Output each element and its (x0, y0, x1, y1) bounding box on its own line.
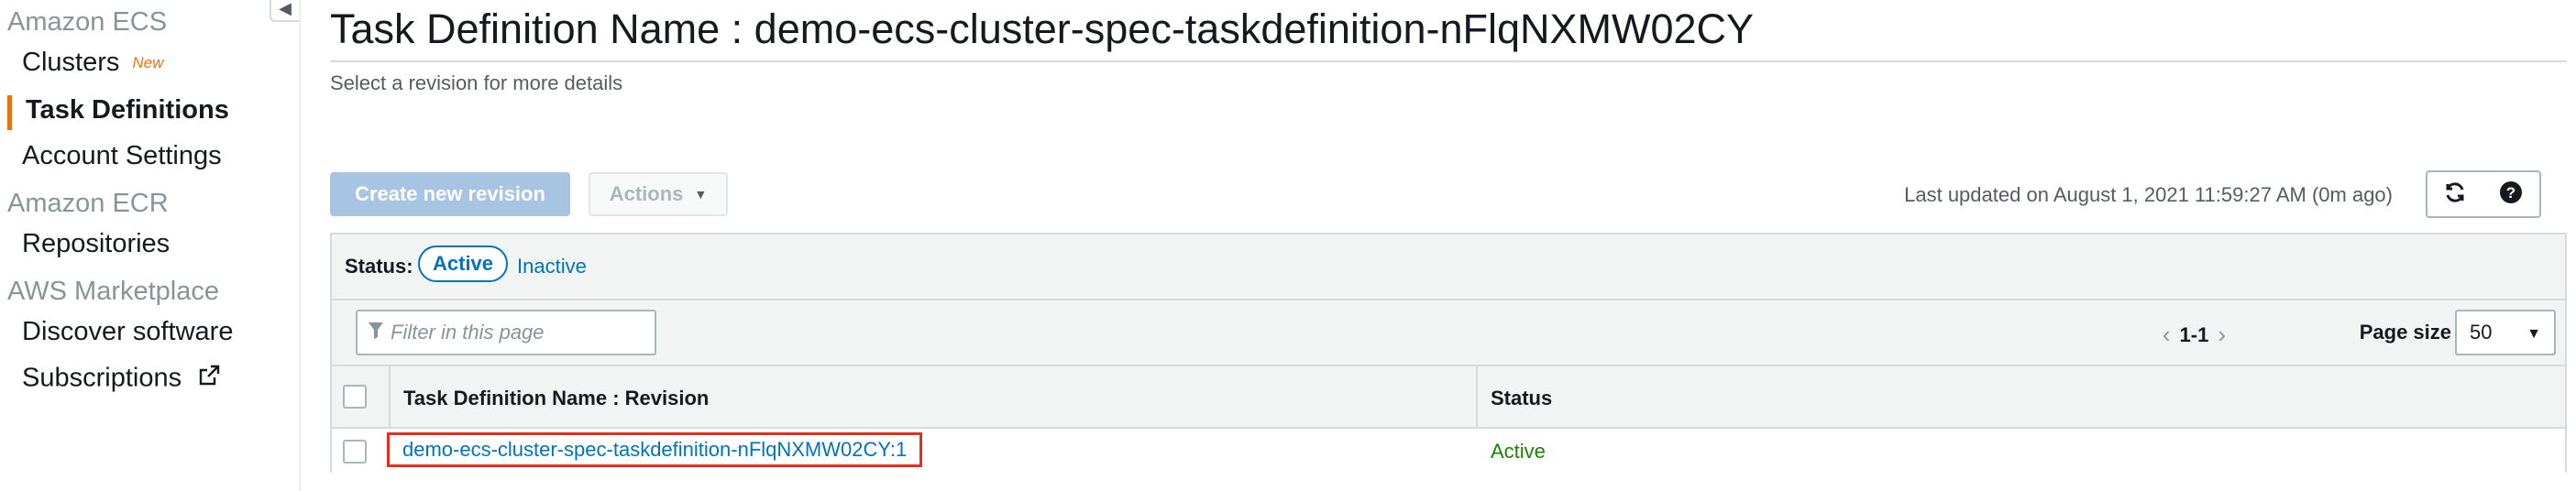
external-link-icon (196, 363, 222, 396)
nav-heading-amazon-ecs: Amazon ECS (7, 7, 168, 37)
chevron-left-icon: ◀ (279, 0, 292, 17)
page-range: 1-1 (2179, 322, 2209, 346)
table-header: Task Definition Name : Revision Status (332, 366, 2565, 429)
task-definition-revision-link[interactable]: demo-ecs-cluster-spec-taskdefinition-nFl… (387, 432, 923, 467)
sidebar-item-label: Subscriptions (22, 363, 182, 393)
status-inactive-link[interactable]: Inactive (517, 255, 587, 278)
column-header-status[interactable]: Status (1491, 387, 1552, 410)
help-button[interactable]: ? (2482, 170, 2541, 218)
sidebar: ◀ Amazon ECS Clusters New Task Definition… (0, 0, 301, 491)
select-all-checkbox[interactable] (343, 385, 367, 409)
table-row: demo-ecs-cluster-spec-taskdefinition-nFl… (332, 429, 2565, 473)
caret-down-icon: ▼ (694, 187, 708, 202)
sidebar-item-repositories[interactable]: Repositories (22, 229, 170, 259)
page-size-select[interactable]: 50 ▼ (2455, 310, 2556, 355)
page-size-label: Page size (2359, 321, 2451, 344)
sidebar-item-account-settings[interactable]: Account Settings (22, 141, 222, 171)
sidebar-item-label: Discover software (22, 317, 234, 346)
filter-input[interactable] (389, 320, 658, 345)
filter-bar: ‹ 1-1 › Page size 50 ▼ (332, 300, 2565, 366)
caret-down-icon: ▼ (2526, 326, 2541, 342)
page-title: Task Definition Name : demo-ecs-cluster-… (330, 5, 1755, 52)
row-status: Active (1491, 440, 1546, 463)
column-divider (389, 366, 391, 427)
page-size-value: 50 (2470, 321, 2493, 344)
sidebar-item-label: Account Settings (22, 141, 222, 170)
sidebar-item-label: Repositories (22, 229, 171, 258)
active-indicator (7, 95, 12, 130)
title-divider (330, 60, 2567, 62)
column-header-name[interactable]: Task Definition Name : Revision (403, 387, 709, 410)
help-icon: ? (2499, 180, 2523, 209)
next-page-icon[interactable]: › (2218, 321, 2226, 349)
create-new-revision-button[interactable]: Create new revision (330, 172, 570, 216)
actions-dropdown-button[interactable]: Actions ▼ (589, 172, 728, 216)
main-content: Task Definition Name : demo-ecs-cluster-… (301, 0, 2576, 491)
previous-page-icon[interactable]: ‹ (2163, 321, 2171, 349)
filter-icon (369, 322, 383, 344)
page-subtitle: Select a revision for more details (330, 71, 623, 94)
status-filter-bar: Status: Active Inactive (332, 235, 2565, 300)
status-active-toggle[interactable]: Active (418, 246, 509, 282)
refresh-icon (2443, 180, 2467, 209)
filter-field[interactable] (356, 310, 658, 355)
nav-heading-amazon-ecr: Amazon ECR (7, 189, 169, 218)
task-definitions-table-panel: Status: Active Inactive ‹ 1-1 › Page siz… (330, 233, 2567, 473)
row-name: demo-ecs-cluster-spec-taskdefinition-nFl… (402, 438, 908, 461)
sidebar-item-subscriptions[interactable]: Subscriptions (22, 363, 222, 396)
new-badge: New (132, 54, 164, 72)
svg-text:?: ? (2506, 184, 2515, 202)
pagination: ‹ 1-1 › (2153, 321, 2235, 349)
column-divider (1476, 366, 1478, 427)
sidebar-item-label: Clusters (22, 48, 120, 77)
status-label: Status: (345, 255, 413, 278)
sidebar-item-task-definitions[interactable]: Task Definitions (26, 95, 229, 125)
sidebar-item-label: Task Definitions (26, 95, 229, 125)
collapse-sidebar-button[interactable]: ◀ (270, 0, 299, 22)
sidebar-item-clusters[interactable]: Clusters New (22, 48, 163, 78)
row-checkbox[interactable] (343, 440, 367, 464)
nav-heading-aws-marketplace: AWS Marketplace (7, 277, 219, 306)
sidebar-item-discover-software[interactable]: Discover software (22, 317, 233, 347)
last-updated-text: Last updated on August 1, 2021 11:59:27 … (1904, 183, 2393, 206)
refresh-button[interactable] (2426, 170, 2484, 218)
actions-label: Actions (609, 182, 684, 205)
